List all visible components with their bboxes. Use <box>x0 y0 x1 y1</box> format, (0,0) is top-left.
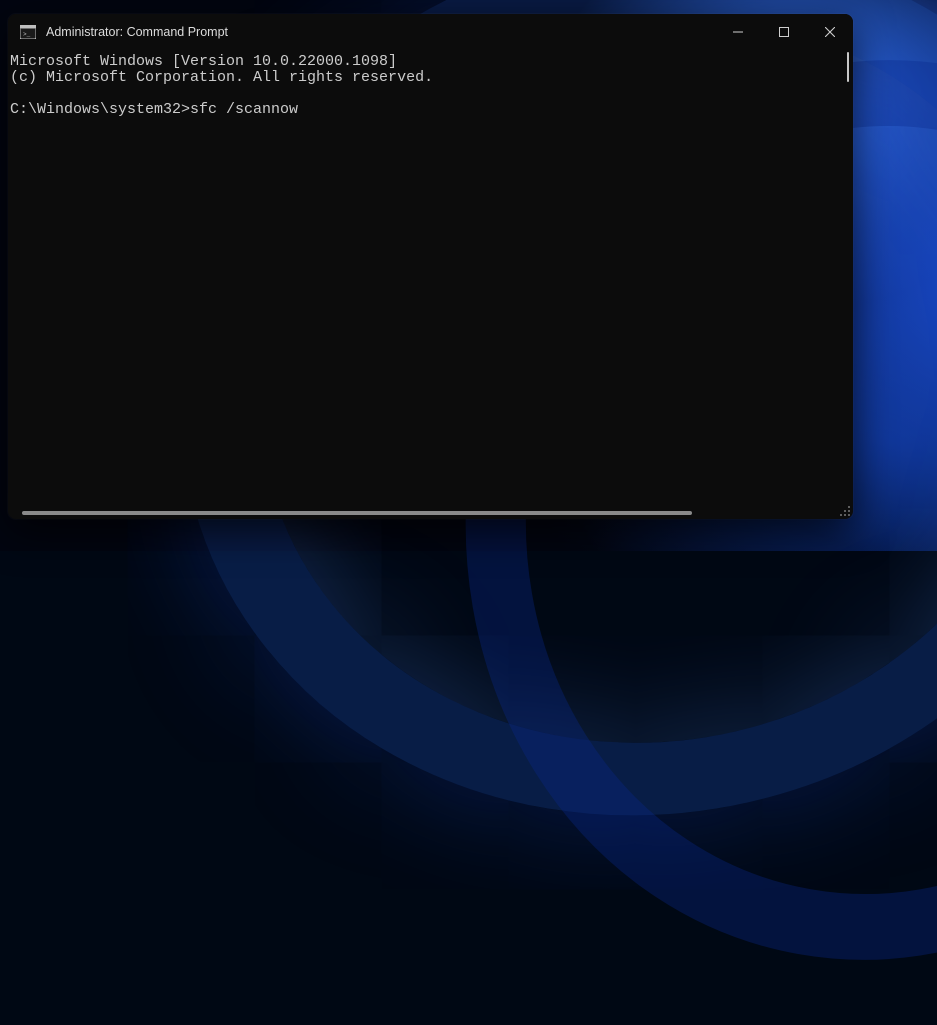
maximize-button[interactable] <box>761 14 807 50</box>
output-line-copyright: (c) Microsoft Corporation. All rights re… <box>10 69 433 86</box>
terminal-output[interactable]: Microsoft Windows [Version 10.0.22000.10… <box>8 50 853 519</box>
window-controls <box>715 14 853 50</box>
typed-command: sfc /scannow <box>190 101 298 118</box>
resize-grip-icon <box>839 505 851 517</box>
output-line-version: Microsoft Windows [Version 10.0.22000.10… <box>10 53 397 70</box>
close-icon <box>825 27 835 37</box>
titlebar[interactable]: >_ Administrator: Command Prompt <box>8 14 853 50</box>
minimize-icon <box>733 27 743 37</box>
horizontal-scrollbar-track[interactable] <box>22 511 839 515</box>
maximize-icon <box>779 27 789 37</box>
cmd-icon: >_ <box>20 25 36 39</box>
horizontal-scrollbar-thumb[interactable] <box>22 511 692 515</box>
resize-grip[interactable] <box>839 505 851 517</box>
terminal-body[interactable]: Microsoft Windows [Version 10.0.22000.10… <box>8 50 853 519</box>
close-button[interactable] <box>807 14 853 50</box>
command-prompt-window: >_ Administrator: Command Prompt Microso… <box>8 14 853 519</box>
vertical-scrollbar-thumb[interactable] <box>847 52 849 82</box>
minimize-button[interactable] <box>715 14 761 50</box>
titlebar-left: >_ Administrator: Command Prompt <box>8 25 715 39</box>
svg-text:>_: >_ <box>23 31 31 38</box>
horizontal-scrollbar[interactable] <box>8 507 853 519</box>
prompt-path: C:\Windows\system32> <box>10 101 190 118</box>
window-title: Administrator: Command Prompt <box>46 25 228 39</box>
